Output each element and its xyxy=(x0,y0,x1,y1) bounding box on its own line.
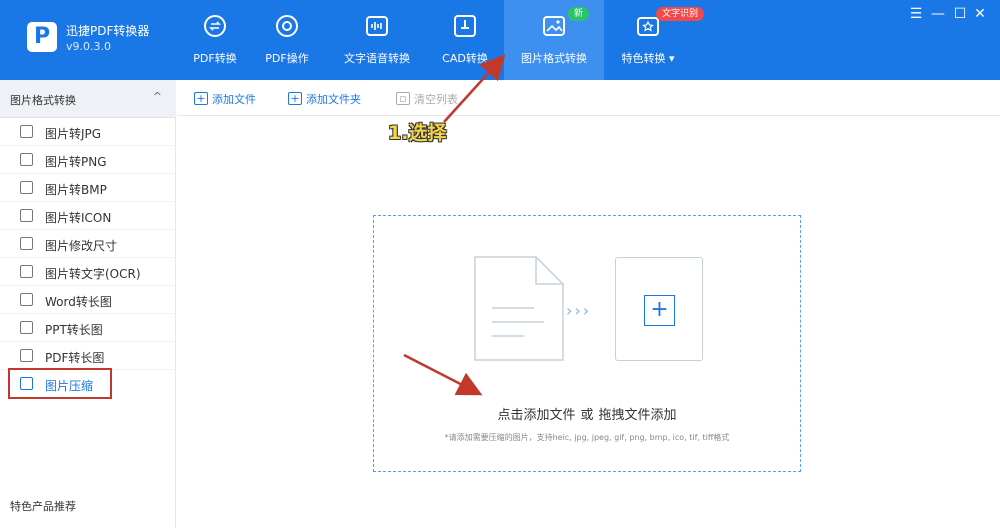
sidebar-item-to-png[interactable]: 图片转PNG xyxy=(0,146,176,174)
maximize-icon[interactable]: ☐ xyxy=(950,4,970,24)
annotation-step-label: 1.选择 xyxy=(388,122,447,144)
sidebar-item-word-long[interactable]: Word转长图 xyxy=(0,286,176,314)
image-file-icon xyxy=(20,181,33,194)
pdf-file-icon xyxy=(20,349,33,362)
add-folder-label: 添加文件夹 xyxy=(306,93,361,106)
app-name: 迅捷PDF转换器 xyxy=(66,24,150,38)
image-file-icon xyxy=(20,209,33,222)
sidebar-item-ocr[interactable]: 图片转文字(OCR) xyxy=(0,258,176,286)
tab-label: 文字语音转换 xyxy=(344,52,410,65)
sidebar-item-pdf-long[interactable]: PDF转长图 xyxy=(0,342,176,370)
app-version: v9.0.3.0 xyxy=(66,40,111,53)
resize-icon xyxy=(20,237,33,250)
tab-pdf-operations[interactable]: PDF操作 xyxy=(252,0,322,80)
trash-icon: ▫ xyxy=(396,92,410,105)
sidebar-item-to-icon[interactable]: 图片转ICON xyxy=(0,202,176,230)
title-bar: P 迅捷PDF转换器 v9.0.3.0 PDF转换 PDF操作 文字语音转换 C… xyxy=(0,0,1000,80)
supported-formats-hint: *请添加需要压缩的图片，支持heic, jpg, jpeg, gif, png,… xyxy=(444,433,730,442)
menu-icon[interactable]: ☰ xyxy=(906,4,926,24)
sidebar-header-label: 图片格式转换 xyxy=(10,94,76,107)
tab-label: 特色转换 ▾ xyxy=(621,52,675,65)
drop-zone-instruction: 点击添加文件或拖拽文件添加 xyxy=(374,404,800,423)
cad-icon xyxy=(454,15,476,37)
tab-label: PDF转换 xyxy=(193,52,237,65)
document-icon xyxy=(474,256,564,361)
tab-cad-convert[interactable]: CAD转换 xyxy=(430,0,500,80)
file-drop-zone[interactable]: ››› + 点击添加文件或拖拽文件添加 *请添加需要压缩的图片，支持heic, … xyxy=(373,215,801,472)
image-icon xyxy=(543,16,565,36)
sidebar-item-ppt-long[interactable]: PPT转长图 xyxy=(0,314,176,342)
ocr-badge: 文字识别 xyxy=(656,7,705,21)
chevron-up-icon[interactable]: ^ xyxy=(153,90,162,103)
sidebar-item-to-jpg[interactable]: 图片转JPG xyxy=(0,118,176,146)
or-text: 或 xyxy=(580,408,594,423)
tab-label: CAD转换 xyxy=(442,52,488,65)
add-file-label: 添加文件 xyxy=(212,93,256,106)
click-to-add-text[interactable]: 点击添加文件 xyxy=(497,408,575,423)
sidebar-item-label: 图片转文字(OCR) xyxy=(45,267,141,281)
sidebar-item-label: Word转长图 xyxy=(45,295,112,309)
sidebar-item-to-bmp[interactable]: 图片转BMP xyxy=(0,174,176,202)
word-file-icon xyxy=(20,293,33,306)
sidebar-item-label: 图片转JPG xyxy=(45,127,102,141)
close-icon[interactable]: ✕ xyxy=(970,4,990,24)
ppt-file-icon xyxy=(20,321,33,334)
featured-products-label: 特色产品推荐 xyxy=(10,500,76,513)
drag-to-add-text: 拖拽文件添加 xyxy=(598,408,677,423)
sidebar-item-label: 图片转BMP xyxy=(45,183,107,197)
plus-icon: + xyxy=(194,92,208,105)
highlight-box xyxy=(8,368,112,399)
tab-special-convert[interactable]: 特色转换 ▾ 文字识别 xyxy=(608,0,705,80)
text-icon xyxy=(20,265,33,278)
image-file-icon xyxy=(20,153,33,166)
sidebar: 图片格式转换 ^ 图片转JPG 图片转PNG 图片转BMP 图片转ICON 图片… xyxy=(0,80,176,528)
tab-text-speech[interactable]: 文字语音转换 xyxy=(332,0,422,80)
plus-icon: + xyxy=(644,295,675,326)
tab-pdf-convert[interactable]: PDF转换 xyxy=(180,0,250,80)
sidebar-item-label: 图片转PNG xyxy=(45,155,107,169)
tab-label: 图片格式转换 xyxy=(521,52,587,65)
arrows-icon: ››› xyxy=(566,301,592,320)
gear-icon xyxy=(276,15,298,37)
add-file-box[interactable]: + xyxy=(615,257,703,361)
sidebar-item-resize[interactable]: 图片修改尺寸 xyxy=(0,230,176,258)
sidebar-item-label: 图片转ICON xyxy=(45,211,112,225)
new-badge: 新 xyxy=(568,7,590,21)
tab-image-format[interactable]: 图片格式转换 新 xyxy=(504,0,604,80)
minimize-icon[interactable]: — xyxy=(928,4,948,24)
audio-wave-icon xyxy=(366,16,388,36)
image-file-icon xyxy=(20,125,33,138)
toolbar: + 添加文件 + 添加文件夹 ▫ 清空列表 xyxy=(177,80,1000,116)
app-logo-icon: P xyxy=(27,22,57,52)
tab-label: PDF操作 xyxy=(265,52,309,65)
sidebar-item-label: PPT转长图 xyxy=(45,323,103,337)
folder-plus-icon: + xyxy=(288,92,302,105)
clear-list-label: 清空列表 xyxy=(414,93,458,106)
sidebar-item-label: PDF转长图 xyxy=(45,351,105,365)
convert-icon xyxy=(204,15,226,37)
sidebar-header[interactable]: 图片格式转换 ^ xyxy=(0,80,176,118)
sidebar-item-label: 图片修改尺寸 xyxy=(45,239,118,253)
